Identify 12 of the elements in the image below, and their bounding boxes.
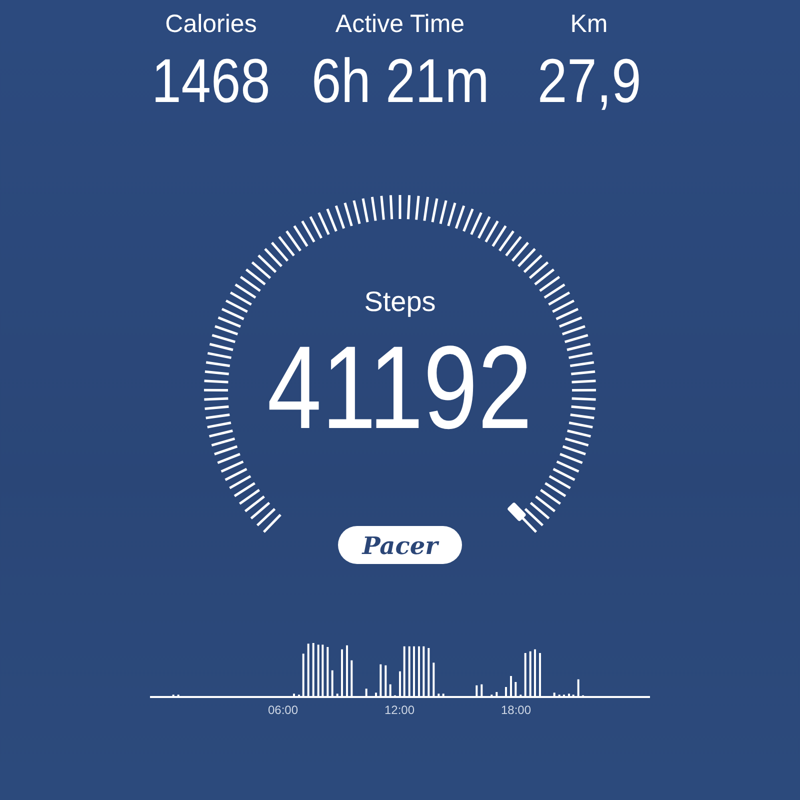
steps-label: Steps <box>364 285 436 319</box>
stat-label: Calories <box>165 9 257 39</box>
stat-value: 27,9 <box>537 51 641 113</box>
hour-label: 18:00 <box>500 703 532 717</box>
steps-count: 41192 <box>267 329 533 447</box>
pacer-logo: Pacer <box>338 526 462 564</box>
hour-label: 06:00 <box>268 703 298 717</box>
stat-label: Active Time <box>335 9 465 39</box>
stat-label: Km <box>570 9 608 39</box>
stat-value: 1468 <box>152 51 270 113</box>
hour-label: 12:00 <box>384 703 415 717</box>
stat-value: 6h 21m <box>311 51 489 113</box>
